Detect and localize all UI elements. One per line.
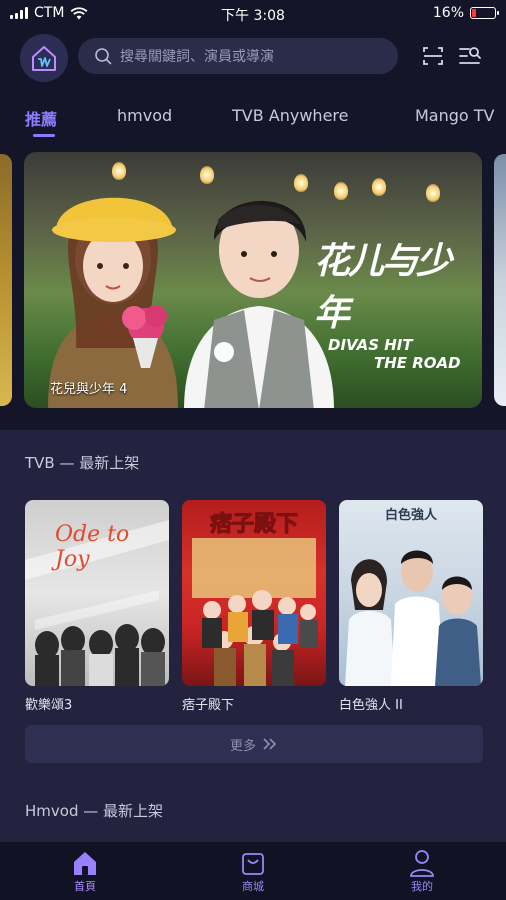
light-bulb (426, 184, 440, 202)
banner-person-left (48, 197, 178, 408)
poster-title-text: 痞子殿下 (209, 512, 298, 538)
nav-shop[interactable]: 商城 (213, 848, 293, 894)
banner-logo-en-2: THE ROAD (374, 354, 461, 372)
show-card[interactable]: 白色強人 白色強人 II (339, 500, 483, 713)
more-button[interactable]: 更多 (25, 725, 483, 763)
banner-caption: 花兒與少年 4 (50, 382, 128, 397)
home-logo-icon[interactable] (20, 34, 68, 82)
tvb-latest-list: Ode to Joy 歡樂頌3 痞子殿下 痞子殿下 白色強人 白色強人 II (25, 500, 483, 713)
shopping-bag-icon (242, 853, 264, 875)
banner-logo-en-1: DIVAS HIT (328, 336, 413, 354)
nav-shop-label: 商城 (242, 880, 264, 893)
section-title-hmvod: Hmvod — 最新上架 (25, 802, 164, 820)
scan-icon[interactable] (419, 42, 447, 70)
light-bulb (372, 178, 386, 196)
poster-art (345, 550, 481, 686)
battery-fill (472, 9, 476, 17)
banner-logo-cn: 花儿与少年 (314, 240, 452, 334)
double-chevron-right-icon (263, 738, 277, 750)
search-placeholder: 搜尋關鍵詞、演員或導演 (120, 49, 274, 65)
poster-title-text: Ode to Joy (55, 522, 130, 572)
show-poster[interactable]: 白色強人 (339, 500, 483, 686)
status-right: 16% (432, 5, 499, 21)
nav-profile[interactable]: 我的 (382, 848, 462, 894)
show-card[interactable]: 痞子殿下 痞子殿下 (182, 500, 326, 713)
search-icon (95, 48, 112, 65)
banner-next-peek[interactable] (494, 154, 506, 406)
home-icon (74, 852, 96, 875)
filter-search-icon[interactable] (456, 42, 484, 70)
nav-home-label: 首頁 (74, 880, 96, 893)
nav-home[interactable]: 首頁 (45, 848, 125, 894)
banner-previous-peek[interactable] (0, 154, 12, 406)
show-title[interactable]: 白色強人 II (339, 694, 483, 713)
tab-tvb-anywhere[interactable]: TVB Anywhere (232, 106, 348, 125)
battery-percent: 16% (432, 5, 464, 21)
show-card[interactable]: Ode to Joy 歡樂頌3 (25, 500, 169, 713)
section-title-tvb: TVB — 最新上架 (25, 454, 140, 472)
status-time: 下午 3:08 (221, 8, 285, 24)
battery-icon (470, 7, 499, 19)
banner-slide[interactable]: 花儿与少年 DIVAS HIT THE ROAD 花兒與少年 4 (24, 152, 482, 408)
search-input[interactable]: 搜尋關鍵詞、演員或導演 (78, 38, 398, 74)
tab-mango-tv[interactable]: Mango TV (415, 106, 495, 125)
show-title[interactable]: 痞子殿下 (182, 694, 326, 713)
bottom-nav: 首頁 商城 我的 (0, 842, 506, 900)
banner-show-logo: 花儿与少年 DIVAS HIT THE ROAD (314, 232, 474, 372)
banner-carousel[interactable]: 花儿与少年 DIVAS HIT THE ROAD 花兒與少年 4 (0, 152, 506, 408)
show-title[interactable]: 歡樂頌3 (25, 694, 169, 713)
tab-active-indicator (33, 134, 55, 137)
nav-profile-label: 我的 (411, 880, 433, 893)
status-bar: CTM 下午 3:08 16% (0, 0, 506, 28)
user-icon (410, 850, 434, 877)
poster-title-text: 白色強人 (384, 508, 437, 523)
tab-recommended[interactable]: 推薦 (25, 106, 57, 130)
category-tabs: 推薦 hmvod TVB Anywhere Mango TV (0, 100, 506, 140)
tab-hmvod[interactable]: hmvod (117, 106, 172, 125)
show-poster[interactable]: 痞子殿下 (182, 500, 326, 686)
more-button-label: 更多 (229, 738, 256, 754)
show-poster[interactable]: Ode to Joy (25, 500, 169, 686)
app-header: 搜尋關鍵詞、演員或導演 (0, 30, 506, 86)
